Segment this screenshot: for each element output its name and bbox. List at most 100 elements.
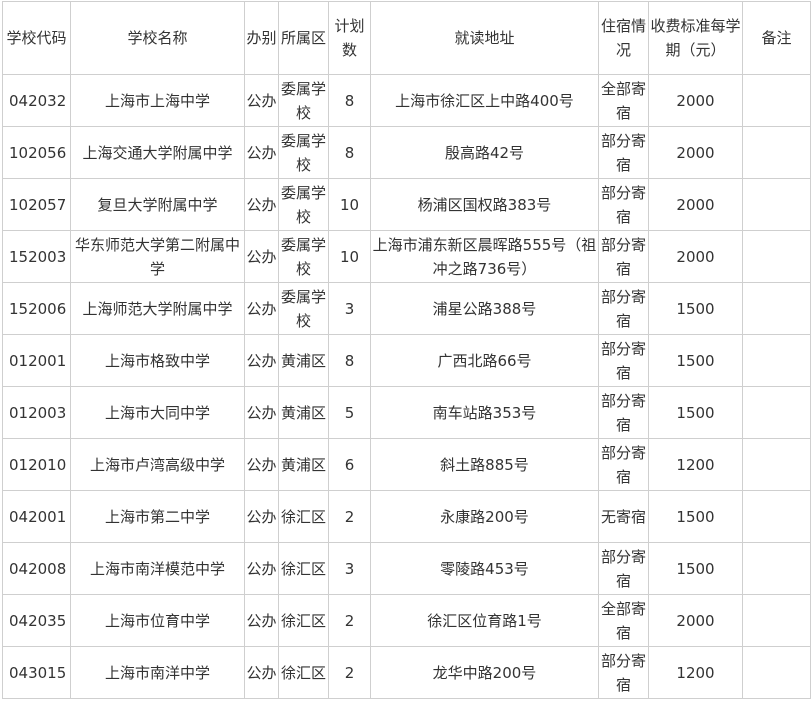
cell-address: 上海市徐汇区上中路400号 xyxy=(370,74,599,127)
cell-district: 委属学校 xyxy=(278,282,329,335)
table-row: 102056 上海交通大学附属中学 公办 委属学校 8 殷高路42号 部分寄宿 2000 xyxy=(2,126,811,179)
cell-code: 042032 xyxy=(2,74,71,127)
cell-remark xyxy=(742,126,811,179)
cell-type: 公办 xyxy=(244,438,279,491)
header-address: 就读地址 xyxy=(370,1,599,75)
cell-fee: 2000 xyxy=(648,126,743,179)
cell-type: 公办 xyxy=(244,178,279,231)
cell-remark xyxy=(742,594,811,647)
cell-boarding: 部分寄宿 xyxy=(598,386,649,439)
cell-district: 委属学校 xyxy=(278,230,329,283)
cell-plan: 2 xyxy=(328,646,371,699)
cell-district: 黄浦区 xyxy=(278,334,329,387)
table-header: 学校代码 学校名称 办别 所属区 计划数 就读地址 住宿情况 收费标准每学期（元… xyxy=(2,1,811,75)
table-row: 012003 上海市大同中学 公办 黄浦区 5 南车站路353号 部分寄宿 1500 xyxy=(2,386,811,439)
cell-remark xyxy=(742,438,811,491)
cell-school-name: 上海市第二中学 xyxy=(70,490,245,543)
cell-address: 永康路200号 xyxy=(370,490,599,543)
cell-fee: 1500 xyxy=(648,490,743,543)
cell-remark xyxy=(742,386,811,439)
cell-plan: 10 xyxy=(328,178,371,231)
cell-code: 042035 xyxy=(2,594,71,647)
header-plan: 计划数 xyxy=(328,1,371,75)
cell-boarding: 部分寄宿 xyxy=(598,282,649,335)
cell-fee: 2000 xyxy=(648,178,743,231)
table-row: 042032 上海市上海中学 公办 委属学校 8 上海市徐汇区上中路400号 全部寄宿 200… xyxy=(2,74,811,127)
cell-fee: 1500 xyxy=(648,334,743,387)
cell-remark xyxy=(742,646,811,699)
cell-address: 广西北路66号 xyxy=(370,334,599,387)
cell-plan: 8 xyxy=(328,126,371,179)
cell-school-name: 复旦大学附属中学 xyxy=(70,178,245,231)
cell-school-name: 上海交通大学附属中学 xyxy=(70,126,245,179)
cell-plan: 5 xyxy=(328,386,371,439)
cell-boarding: 部分寄宿 xyxy=(598,438,649,491)
cell-district: 黄浦区 xyxy=(278,386,329,439)
table-row: 012010 上海市卢湾高级中学 公办 黄浦区 6 斜土路885号 部分寄宿 1200 xyxy=(2,438,811,491)
cell-boarding: 部分寄宿 xyxy=(598,230,649,283)
cell-boarding: 全部寄宿 xyxy=(598,594,649,647)
table-row: 152003 华东师范大学第二附属中学 公办 委属学校 10 上海市浦东新区晨晖路555号… xyxy=(2,230,811,283)
cell-type: 公办 xyxy=(244,386,279,439)
cell-type: 公办 xyxy=(244,126,279,179)
cell-boarding: 部分寄宿 xyxy=(598,542,649,595)
school-table: 学校代码 学校名称 办别 所属区 计划数 就读地址 住宿情况 收费标准每学期（元… xyxy=(2,1,811,699)
cell-district: 徐汇区 xyxy=(278,490,329,543)
table-row: 152006 上海师范大学附属中学 公办 委属学校 3 浦星公路388号 部分寄宿 1500 xyxy=(2,282,811,335)
cell-code: 102057 xyxy=(2,178,71,231)
cell-plan: 2 xyxy=(328,490,371,543)
cell-address: 杨浦区国权路383号 xyxy=(370,178,599,231)
header-type: 办别 xyxy=(244,1,279,75)
table-body: 042032 上海市上海中学 公办 委属学校 8 上海市徐汇区上中路400号 全部寄宿 200… xyxy=(2,74,811,699)
cell-code: 043015 xyxy=(2,646,71,699)
cell-type: 公办 xyxy=(244,594,279,647)
cell-type: 公办 xyxy=(244,74,279,127)
table-row: 042035 上海市位育中学 公办 徐汇区 2 徐汇区位育路1号 全部寄宿 2000 xyxy=(2,594,811,647)
cell-code: 152006 xyxy=(2,282,71,335)
cell-address: 斜土路885号 xyxy=(370,438,599,491)
cell-code: 102056 xyxy=(2,126,71,179)
cell-type: 公办 xyxy=(244,542,279,595)
cell-remark xyxy=(742,74,811,127)
cell-plan: 6 xyxy=(328,438,371,491)
cell-remark xyxy=(742,282,811,335)
header-remark: 备注 xyxy=(742,1,811,75)
cell-address: 零陵路453号 xyxy=(370,542,599,595)
cell-district: 委属学校 xyxy=(278,74,329,127)
cell-type: 公办 xyxy=(244,490,279,543)
cell-plan: 3 xyxy=(328,282,371,335)
cell-school-name: 华东师范大学第二附属中学 xyxy=(70,230,245,283)
cell-district: 徐汇区 xyxy=(278,646,329,699)
cell-type: 公办 xyxy=(244,282,279,335)
cell-fee: 2000 xyxy=(648,230,743,283)
cell-fee: 1200 xyxy=(648,438,743,491)
cell-address: 上海市浦东新区晨晖路555号（祖冲之路736号） xyxy=(370,230,599,283)
cell-plan: 2 xyxy=(328,594,371,647)
cell-code: 012003 xyxy=(2,386,71,439)
cell-district: 徐汇区 xyxy=(278,594,329,647)
header-boarding: 住宿情况 xyxy=(598,1,649,75)
cell-code: 042008 xyxy=(2,542,71,595)
cell-district: 委属学校 xyxy=(278,178,329,231)
cell-school-name: 上海市南洋中学 xyxy=(70,646,245,699)
cell-plan: 8 xyxy=(328,74,371,127)
cell-fee: 1500 xyxy=(648,282,743,335)
cell-boarding: 部分寄宿 xyxy=(598,178,649,231)
cell-district: 黄浦区 xyxy=(278,438,329,491)
cell-code: 012001 xyxy=(2,334,71,387)
cell-district: 徐汇区 xyxy=(278,542,329,595)
table-row: 042001 上海市第二中学 公办 徐汇区 2 永康路200号 无寄宿 1500 xyxy=(2,490,811,543)
cell-address: 浦星公路388号 xyxy=(370,282,599,335)
cell-plan: 3 xyxy=(328,542,371,595)
cell-boarding: 部分寄宿 xyxy=(598,646,649,699)
header-row: 学校代码 学校名称 办别 所属区 计划数 就读地址 住宿情况 收费标准每学期（元… xyxy=(2,1,811,75)
cell-fee: 1500 xyxy=(648,542,743,595)
cell-remark xyxy=(742,178,811,231)
cell-remark xyxy=(742,542,811,595)
cell-boarding: 无寄宿 xyxy=(598,490,649,543)
cell-school-name: 上海市格致中学 xyxy=(70,334,245,387)
cell-address: 龙华中路200号 xyxy=(370,646,599,699)
cell-school-name: 上海师范大学附属中学 xyxy=(70,282,245,335)
cell-remark xyxy=(742,230,811,283)
header-name: 学校名称 xyxy=(70,1,245,75)
